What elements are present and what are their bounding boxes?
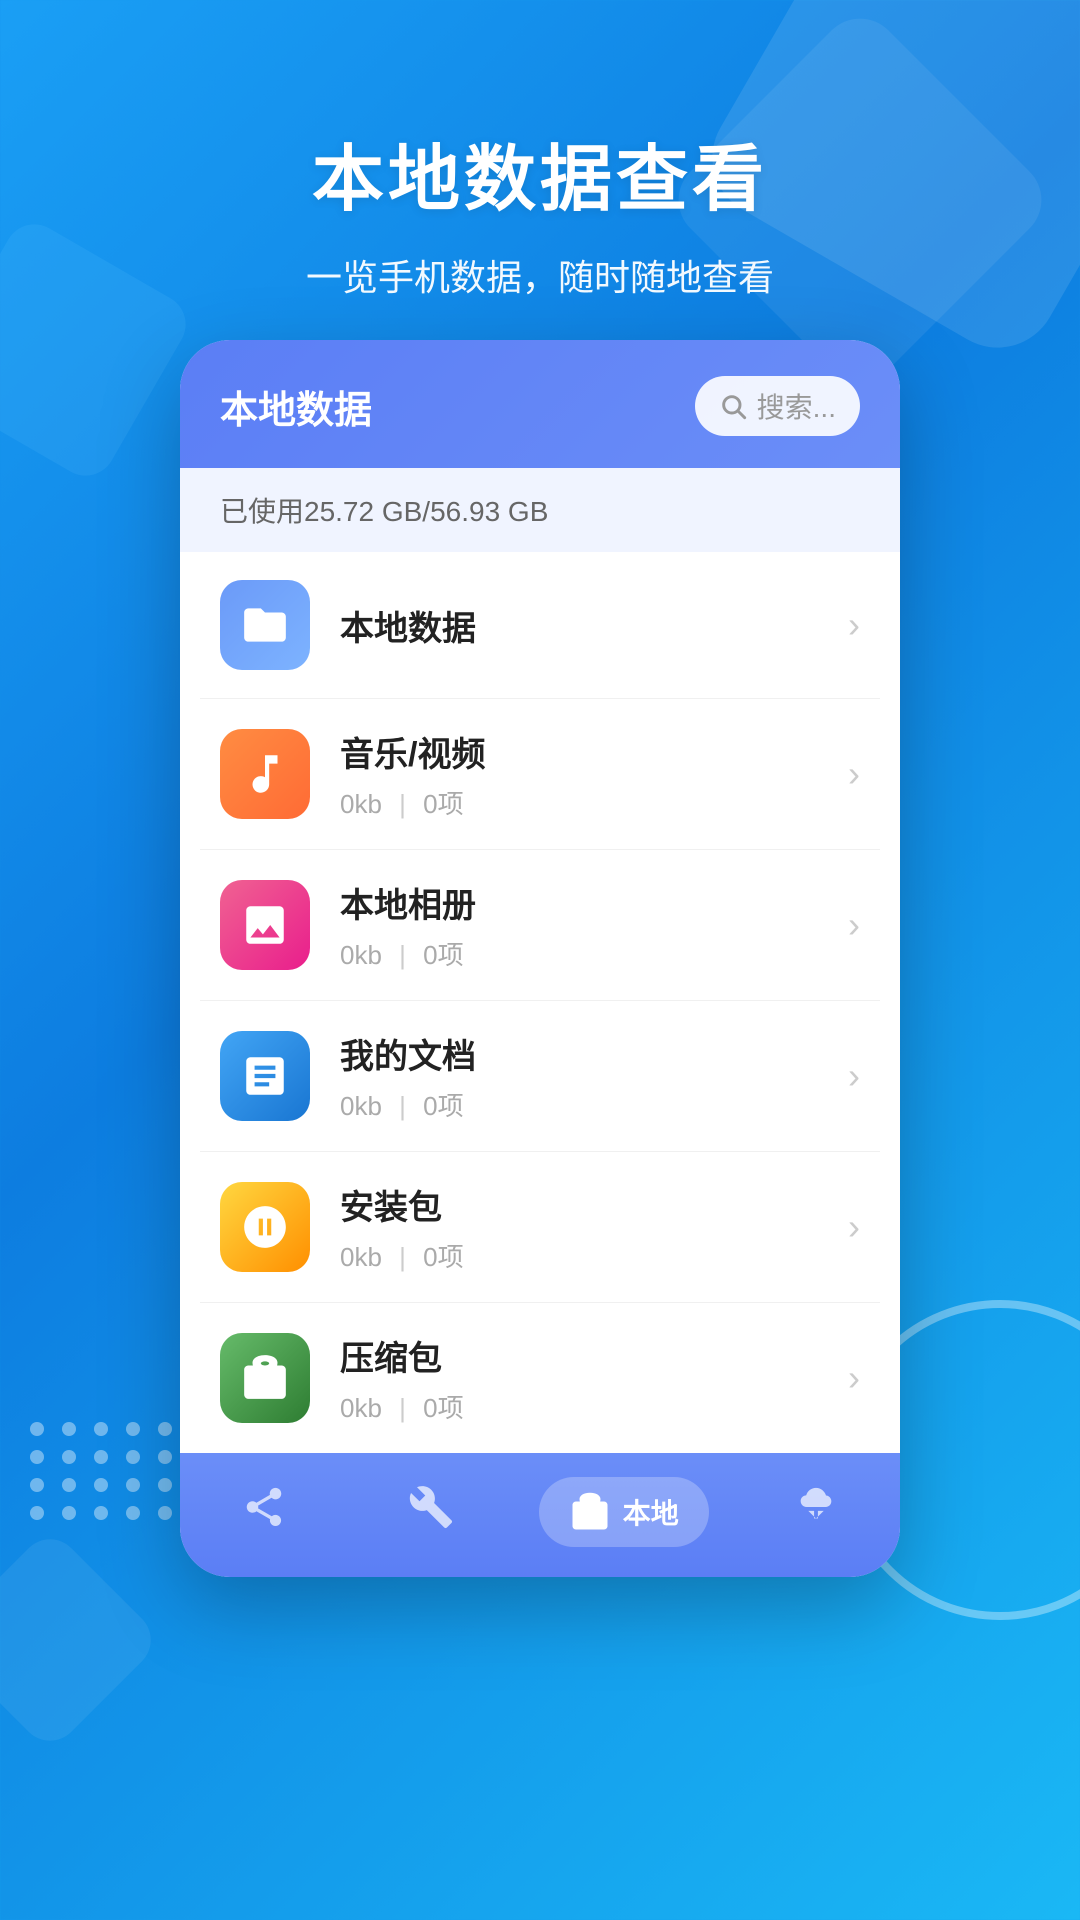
- chevron-right-icon: ›: [848, 904, 860, 946]
- search-button[interactable]: 搜索...: [695, 376, 860, 436]
- nav-item-tools[interactable]: [371, 1484, 491, 1541]
- list-item[interactable]: 我的文档 0kb | 0项 ›: [200, 1001, 880, 1152]
- file-meta: 0kb | 0项: [340, 1388, 838, 1425]
- hero-sub-title: 一览手机数据，随时随地查看: [0, 249, 1080, 301]
- photo-icon: [220, 880, 310, 970]
- storage-info-text: 已使用25.72 GB/56.93 GB: [220, 496, 548, 527]
- file-list: 本地数据 › 音乐/视频 0kb | 0项 ›: [180, 552, 900, 1453]
- share-icon: [241, 1484, 287, 1541]
- file-name: 音乐/视频: [340, 727, 838, 776]
- app-header: 本地数据 搜索...: [180, 340, 900, 468]
- file-info: 本地数据: [340, 601, 838, 650]
- search-placeholder-text: 搜索...: [757, 386, 836, 426]
- list-item[interactable]: 本地相册 0kb | 0项 ›: [200, 850, 880, 1001]
- file-count: 0项: [423, 940, 463, 970]
- file-meta: 0kb | 0项: [340, 935, 838, 972]
- file-meta: 0kb | 0项: [340, 784, 838, 821]
- nav-item-share[interactable]: [204, 1484, 324, 1541]
- list-item[interactable]: 本地数据 ›: [200, 552, 880, 699]
- file-name: 我的文档: [340, 1029, 838, 1078]
- folder-icon: [220, 580, 310, 670]
- file-count: 0项: [423, 1393, 463, 1423]
- file-size: 0kb: [340, 940, 382, 970]
- file-size: 0kb: [340, 1091, 382, 1121]
- list-item[interactable]: 安装包 0kb | 0项 ›: [200, 1152, 880, 1303]
- file-name: 本地相册: [340, 878, 838, 927]
- local-icon: [569, 1491, 611, 1533]
- file-count: 0项: [423, 1091, 463, 1121]
- file-name: 本地数据: [340, 601, 838, 650]
- bottom-navigation: 本地: [180, 1453, 900, 1577]
- file-size: 0kb: [340, 1242, 382, 1272]
- chevron-right-icon: ›: [848, 1055, 860, 1097]
- file-info: 压缩包 0kb | 0项: [340, 1331, 838, 1425]
- nav-active-wrapper: 本地: [539, 1477, 709, 1547]
- hero-main-title: 本地数据查看: [0, 120, 1080, 225]
- hero-section: 本地数据查看 一览手机数据，随时随地查看: [0, 0, 1080, 301]
- file-info: 音乐/视频 0kb | 0项: [340, 727, 838, 821]
- chevron-right-icon: ›: [848, 1357, 860, 1399]
- cloud-icon: [793, 1484, 839, 1541]
- file-info: 我的文档 0kb | 0项: [340, 1029, 838, 1123]
- bg-decoration-5: [0, 1527, 163, 1753]
- bg-dots-pattern: [30, 1422, 176, 1520]
- file-count: 0项: [423, 789, 463, 819]
- file-name: 安装包: [340, 1180, 838, 1229]
- search-icon: [719, 392, 747, 420]
- phone-mockup: 本地数据 搜索... 已使用25.72 GB/56.93 GB 本地数据 ›: [180, 340, 900, 1577]
- package-icon: [220, 1182, 310, 1272]
- chevron-right-icon: ›: [848, 604, 860, 646]
- file-name: 压缩包: [340, 1331, 838, 1380]
- file-size: 0kb: [340, 789, 382, 819]
- file-size: 0kb: [340, 1393, 382, 1423]
- nav-local-label: 本地: [623, 1492, 679, 1532]
- chevron-right-icon: ›: [848, 753, 860, 795]
- list-item[interactable]: 压缩包 0kb | 0项 ›: [200, 1303, 880, 1453]
- file-info: 本地相册 0kb | 0项: [340, 878, 838, 972]
- nav-item-local[interactable]: 本地: [539, 1477, 709, 1547]
- tools-icon: [408, 1484, 454, 1541]
- chevron-right-icon: ›: [848, 1206, 860, 1248]
- document-icon: [220, 1031, 310, 1121]
- music-icon: [220, 729, 310, 819]
- file-count: 0项: [423, 1242, 463, 1272]
- archive-icon: [220, 1333, 310, 1423]
- file-info: 安装包 0kb | 0项: [340, 1180, 838, 1274]
- nav-item-cloud[interactable]: [756, 1484, 876, 1541]
- file-meta: 0kb | 0项: [340, 1237, 838, 1274]
- list-item[interactable]: 音乐/视频 0kb | 0项 ›: [200, 699, 880, 850]
- file-meta: 0kb | 0项: [340, 1086, 838, 1123]
- app-title: 本地数据: [220, 379, 372, 434]
- storage-info-bar: 已使用25.72 GB/56.93 GB: [180, 468, 900, 552]
